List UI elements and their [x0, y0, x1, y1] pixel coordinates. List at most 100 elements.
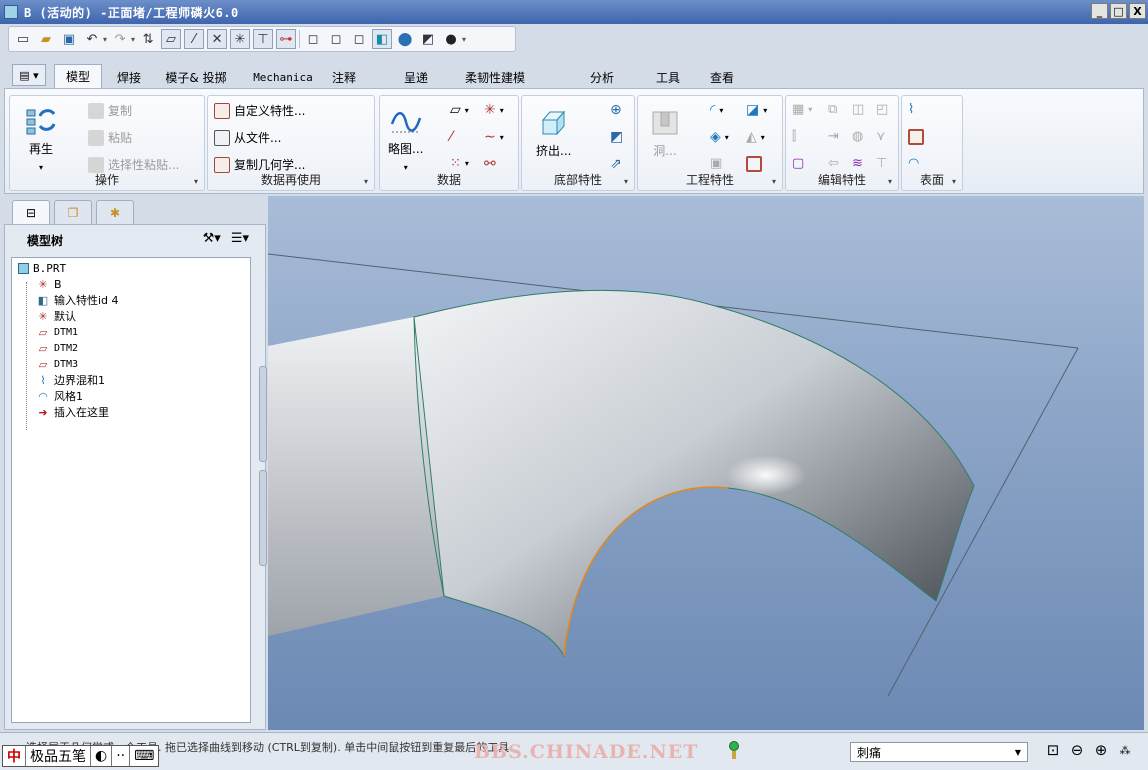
- datum-line-icon[interactable]: ⁄: [450, 129, 452, 145]
- tab-tools[interactable]: 工具: [650, 66, 686, 88]
- close-button[interactable]: X: [1129, 3, 1146, 19]
- refit-icon[interactable]: ⊡: [1044, 741, 1062, 759]
- panel-sash-handle[interactable]: [259, 366, 267, 462]
- save-icon[interactable]: ▣: [59, 29, 79, 49]
- sphere-dropdown-icon[interactable]: ▾: [462, 35, 466, 44]
- minimize-button[interactable]: _: [1091, 3, 1108, 19]
- tab-analysis[interactable]: 分析: [584, 66, 620, 88]
- merge-icon[interactable]: ◫: [852, 102, 864, 117]
- group-engineering-dropdown-icon[interactable]: ▾: [772, 177, 776, 186]
- tab-folder-browser[interactable]: ❐: [54, 200, 92, 224]
- shading-icon[interactable]: ◧: [372, 29, 393, 49]
- mirror-icon[interactable]: ⧉: [828, 102, 837, 117]
- ime-logo-icon[interactable]: 中: [3, 746, 26, 766]
- group-editing-dropdown-icon[interactable]: ▾: [888, 177, 892, 186]
- copy-button[interactable]: 复制: [88, 102, 132, 119]
- settings-icon[interactable]: ⚒▾: [203, 231, 221, 246]
- redo-dropdown-icon[interactable]: ▾: [131, 35, 135, 44]
- rib-icon[interactable]: ◭ ▾: [746, 129, 765, 145]
- tab-mold-cast[interactable]: 模子& 投掷: [158, 66, 234, 88]
- tab-render[interactable]: 呈递: [398, 66, 434, 88]
- datum-curve-icon[interactable]: ∼ ▾: [484, 129, 504, 145]
- redo-icon[interactable]: ↷: [110, 29, 130, 49]
- tab-view[interactable]: 查看: [704, 66, 740, 88]
- ime-keyboard-icon[interactable]: ⌨: [130, 746, 158, 766]
- datum-plane-icon[interactable]: ▱ ▾: [450, 102, 469, 118]
- tab-mechanica[interactable]: Mechanica: [248, 66, 318, 88]
- ime-halfwidth-icon[interactable]: ◐: [91, 746, 113, 766]
- group-base-features-dropdown-icon[interactable]: ▾: [624, 177, 628, 186]
- axis-display-icon[interactable]: ⁄: [184, 29, 205, 49]
- zoom-out-icon[interactable]: ⊖: [1068, 741, 1086, 759]
- annotation-display-icon[interactable]: ⊤: [253, 29, 274, 49]
- draft-icon[interactable]: ▣: [710, 156, 722, 171]
- ime-toolbar[interactable]: 中 极品五笔 ◐ ·· ⌨: [2, 745, 160, 767]
- graphics-window[interactable]: [268, 196, 1144, 730]
- freestyle-icon[interactable]: ◠: [908, 156, 919, 171]
- tree-item-default-csys[interactable]: ✳ 默认: [36, 308, 76, 324]
- user-defined-feature-button[interactable]: 自定义特性...: [214, 102, 305, 119]
- from-file-button[interactable]: 从文件...: [214, 129, 281, 146]
- tab-favorites[interactable]: ✱: [96, 200, 134, 224]
- thicken-icon[interactable]: ⊤: [876, 156, 887, 171]
- sketch-button[interactable]: 略图... ▾: [388, 104, 423, 172]
- no-hidden-icon[interactable]: ◻: [349, 29, 369, 49]
- tab-annotate[interactable]: 注释: [326, 66, 362, 88]
- csys-display-icon[interactable]: ✳: [230, 29, 251, 49]
- offset-icon[interactable]: ◍: [852, 129, 863, 144]
- chamfer-icon[interactable]: ◪ ▾: [746, 102, 767, 118]
- show-icon[interactable]: ☰▾: [231, 231, 249, 246]
- regenerate-icon[interactable]: ⇅: [138, 29, 158, 49]
- shell-tool-icon[interactable]: [746, 156, 762, 172]
- trim-icon[interactable]: ◰: [876, 102, 888, 117]
- selection-filter[interactable]: 刺痛 ▼: [850, 742, 1028, 762]
- group-data-reuse-dropdown-icon[interactable]: ▾: [364, 177, 368, 186]
- wrap-icon[interactable]: ≋: [852, 156, 863, 171]
- tree-item-insert-here[interactable]: ➜ 插入在这里: [36, 404, 109, 420]
- round-icon[interactable]: ◜ ▾: [710, 102, 723, 118]
- regenerate-button[interactable]: 再生 ▾: [24, 104, 58, 172]
- group-surfaces-dropdown-icon[interactable]: ▾: [952, 177, 956, 186]
- shell-icon[interactable]: ◈ ▾: [710, 129, 729, 145]
- model-viewport[interactable]: [268, 196, 1144, 730]
- appearance-icon[interactable]: ⬤: [395, 29, 415, 49]
- intersect-icon[interactable]: ⋎: [876, 129, 886, 144]
- ime-mode-label[interactable]: 极品五笔: [26, 746, 91, 766]
- blend-icon[interactable]: ⇗: [610, 156, 622, 172]
- render-icon[interactable]: ◩: [418, 29, 438, 49]
- extrude-button[interactable]: 挤出...: [536, 106, 571, 159]
- tree-item-part[interactable]: B.PRT: [18, 260, 66, 276]
- undo-dropdown-icon[interactable]: ▾: [103, 35, 107, 44]
- boundary-blend-tool-icon[interactable]: ⌇: [908, 102, 914, 117]
- repaint-icon[interactable]: ⁂: [1116, 741, 1134, 759]
- tab-model-tree[interactable]: ⊟: [12, 200, 50, 224]
- revolve-icon[interactable]: ⊕: [610, 102, 622, 118]
- tree-item-dtm2[interactable]: ▱ DTM2: [36, 340, 78, 356]
- style-tool-icon[interactable]: [908, 129, 924, 145]
- tree-item-boundary-blend[interactable]: ⌇ 边界混和1: [36, 372, 105, 388]
- hidden-line-icon[interactable]: ◻: [326, 29, 346, 49]
- datum-csys-icon[interactable]: ⚯: [484, 156, 496, 172]
- hole-button[interactable]: 洞...: [648, 106, 682, 159]
- tree-item-import-feature[interactable]: ◧ 输入特性id 4: [36, 292, 119, 308]
- sweep-icon[interactable]: ◩: [610, 129, 623, 145]
- maximize-button[interactable]: □: [1110, 3, 1127, 19]
- tree-item-style[interactable]: ◠ 风格1: [36, 388, 83, 404]
- chevron-down-icon[interactable]: ▼: [1011, 745, 1025, 759]
- point-display-icon[interactable]: ✕: [207, 29, 228, 49]
- group-operations-dropdown-icon[interactable]: ▾: [194, 177, 198, 186]
- extend-icon[interactable]: ⇥: [828, 129, 839, 144]
- tree-item-csys-b[interactable]: ✳ B: [36, 276, 61, 292]
- panel-sash-handle[interactable]: [259, 470, 267, 566]
- undo-icon[interactable]: ↶: [82, 29, 102, 49]
- fill-icon[interactable]: ▢: [792, 156, 804, 171]
- sphere-icon[interactable]: ●: [441, 29, 461, 49]
- plane-display-icon[interactable]: ▱: [161, 29, 182, 49]
- ime-punctuation-icon[interactable]: ··: [112, 746, 131, 766]
- datum-axis-icon[interactable]: ✳ ▾: [484, 102, 504, 118]
- zoom-in-icon[interactable]: ⊕: [1092, 741, 1110, 759]
- datum-point-icon[interactable]: ⁙ ▾: [450, 156, 469, 171]
- app-menu-button[interactable]: ▤ ▾: [12, 64, 46, 86]
- tab-flexible-modeling[interactable]: 柔韧性建模: [460, 66, 530, 88]
- mirror-tool-icon[interactable]: ⫿: [792, 129, 796, 144]
